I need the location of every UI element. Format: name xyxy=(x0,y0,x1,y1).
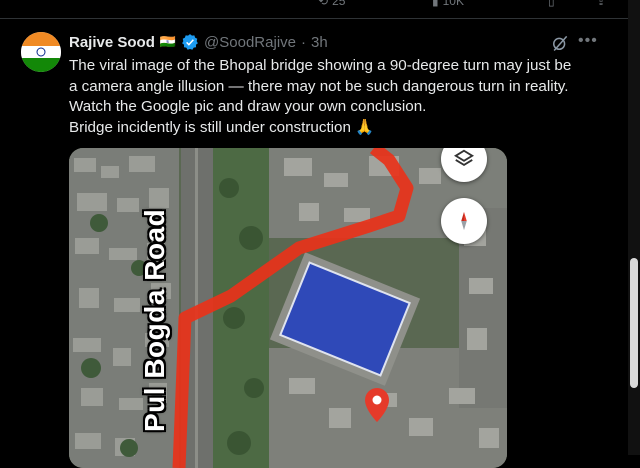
road-label: Pul Bogda Road xyxy=(139,208,170,432)
compass-button[interactable] xyxy=(441,198,487,244)
compass-icon xyxy=(461,211,467,231)
grok-icon[interactable] xyxy=(550,33,570,53)
display-name[interactable]: Rajive Sood xyxy=(69,34,155,51)
tweet-line: The viral image of the Bhopal bridge sho… xyxy=(69,57,572,74)
bookmark-icon: ▯ xyxy=(548,0,555,8)
tweet-header: Rajive Sood 🇮🇳 @SoodRajive · 3h xyxy=(69,33,328,51)
satellite-map-image xyxy=(69,148,507,468)
timestamp[interactable]: 3h xyxy=(311,34,328,51)
share-icon: ⇪ xyxy=(596,0,607,8)
previous-tweet-action-bar: ⟲ 25 ▮ 10K ▯ ⇪ xyxy=(0,0,640,19)
verified-badge-icon xyxy=(182,34,198,50)
retweet-count[interactable]: ⟲ 25 xyxy=(318,0,345,8)
views-count[interactable]: ▮ 10K xyxy=(432,0,464,8)
retweet-icon: ⟲ xyxy=(318,0,329,8)
tweet-line: a camera angle illusion — there may not … xyxy=(69,77,569,95)
user-handle[interactable]: @SoodRajive xyxy=(204,34,296,51)
more-options-icon[interactable]: ••• xyxy=(578,32,598,50)
layers-icon xyxy=(453,149,475,167)
india-flag-emoji: 🇮🇳 xyxy=(159,34,177,49)
views-icon: ▮ xyxy=(432,0,439,8)
tweet-text: The viral image of the Bhopal bridge sho… xyxy=(69,56,609,138)
share-button[interactable]: ⇪ xyxy=(596,0,606,8)
avatar[interactable] xyxy=(21,32,61,72)
tweet-line: Bridge incidently is still under constru… xyxy=(69,118,375,136)
scrollbar-thumb[interactable] xyxy=(630,258,638,388)
tweet-line: Watch the Google pic and draw your own c… xyxy=(69,98,427,116)
india-flag-avatar-icon xyxy=(21,32,61,72)
bookmark-button[interactable]: ▯ xyxy=(548,0,555,8)
tweet-media-map-image[interactable] xyxy=(69,148,507,468)
scrollbar[interactable] xyxy=(628,0,640,455)
separator-dot: · xyxy=(301,33,306,51)
